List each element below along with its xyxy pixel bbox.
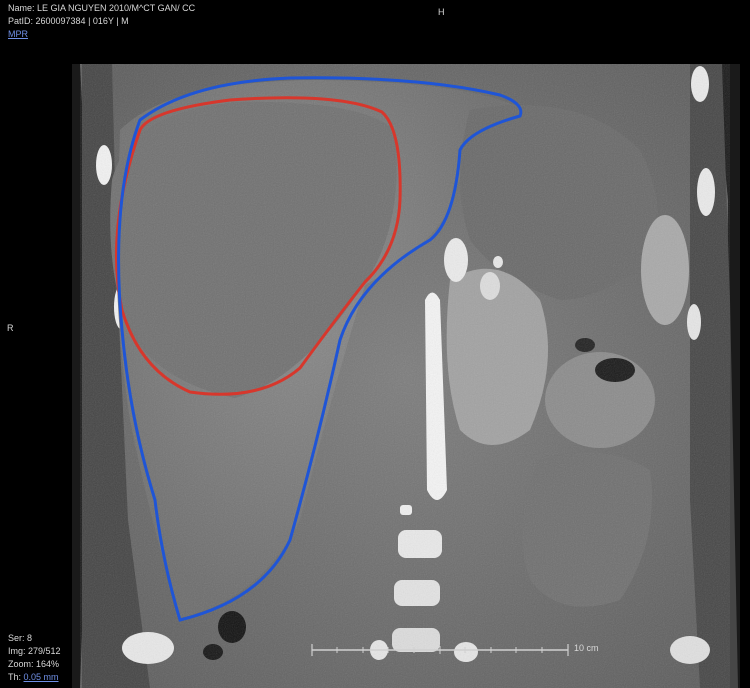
mpr-viewport[interactable]: Name: LE GIA NGUYEN 2010/M^CT GAN/ CC Pa… (0, 0, 750, 688)
scale-bar-label: 10 cm (574, 643, 599, 653)
patient-id-label: PatID: 2600097384 | 016Y | M (8, 16, 129, 26)
orientation-top-label: H (438, 7, 445, 17)
image-index-label: Img: 279/512 (8, 646, 61, 656)
thickness-value-link[interactable]: 0.05 mm (24, 672, 59, 682)
series-info-overlay: Ser: 8 Img: 279/512 Zoom: 164% Th: 0.05 … (8, 632, 61, 684)
image-noise (80, 64, 730, 688)
thickness-row: Th: 0.05 mm (8, 671, 61, 684)
zoom-label: Zoom: 164% (8, 659, 60, 669)
mpr-mode-link[interactable]: MPR (8, 28, 195, 41)
thickness-label: Th: (8, 672, 24, 682)
patient-info-overlay: Name: LE GIA NGUYEN 2010/M^CT GAN/ CC Pa… (8, 2, 195, 41)
patient-name-label: Name: LE GIA NGUYEN 2010/M^CT GAN/ CC (8, 3, 196, 13)
orientation-left-label: R (7, 323, 14, 333)
series-label: Ser: 8 (8, 633, 33, 643)
ct-coronal-image[interactable] (0, 0, 750, 688)
